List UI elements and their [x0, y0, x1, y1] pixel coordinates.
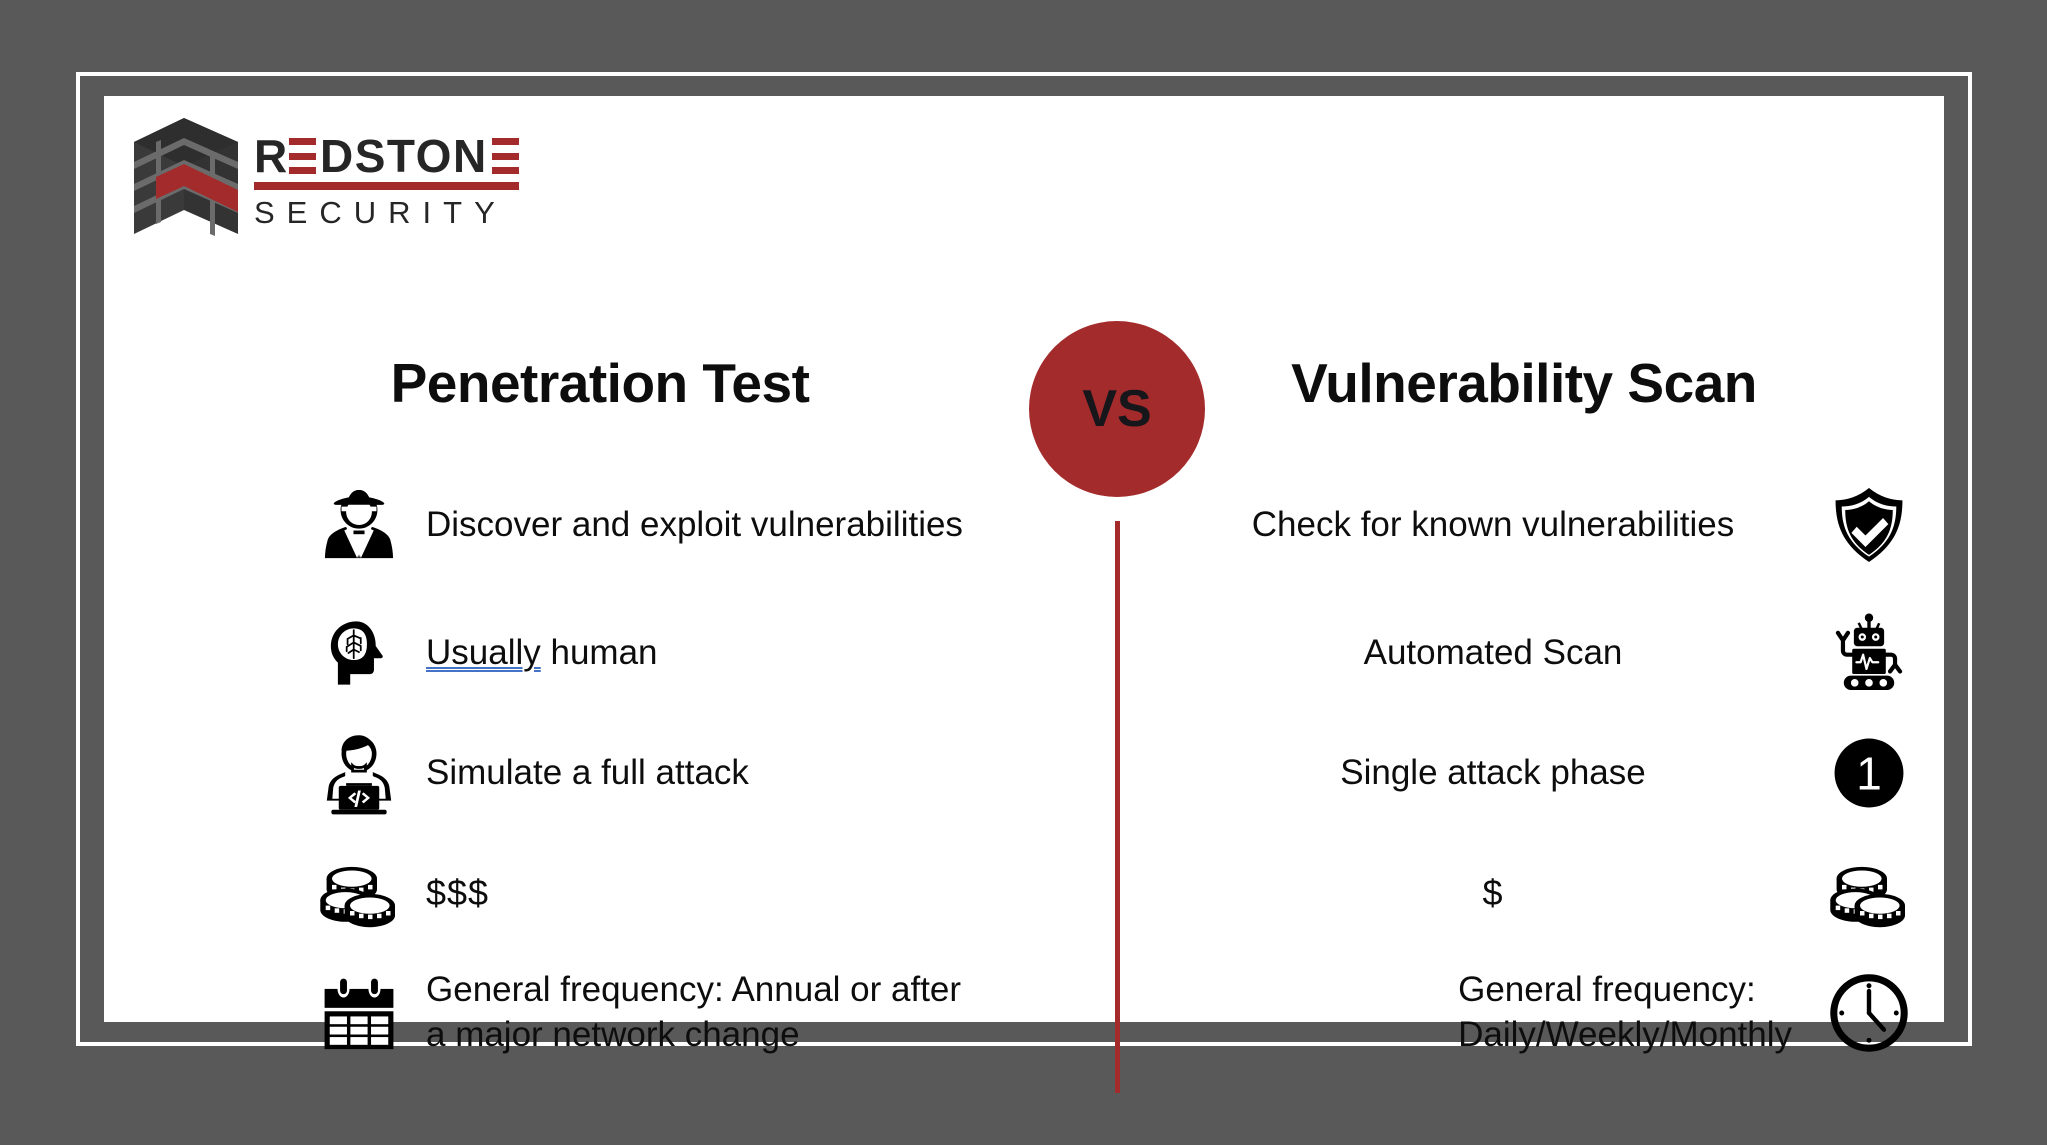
- list-item-label: Simulate a full attack: [426, 752, 749, 792]
- list-item-label: Usually human: [414, 631, 658, 676]
- slide-outer-frame: R DSTON SECURITY Penetration Test Vulner…: [76, 72, 1972, 1093]
- slide-root: R DSTON SECURITY Penetration Test Vulner…: [0, 0, 2047, 1145]
- brain-head-icon: [304, 598, 414, 708]
- list-item-label: General frequency: Annual or after a maj…: [414, 968, 961, 1058]
- list-item-label-line2: Daily/Weekly/Monthly: [1458, 1015, 1792, 1054]
- spy-detective-icon: [304, 470, 414, 580]
- brand-wordmark: R DSTON SECURITY: [254, 128, 554, 230]
- svg-text:1: 1: [1856, 747, 1882, 799]
- slide-content-card: R DSTON SECURITY Penetration Test Vulner…: [104, 96, 1944, 1093]
- list-item-label-rest: human: [540, 632, 658, 672]
- list-item: Usually human: [304, 589, 1064, 717]
- list-item: $$$: [304, 829, 1064, 957]
- list-item-label: Single attack phase: [1340, 752, 1646, 792]
- list-item: Automated Scan: [1194, 589, 1924, 717]
- list-item-label: Discover and exploit vulnerabilities: [426, 504, 963, 544]
- list-item-label: Automated Scan: [1363, 632, 1623, 672]
- list-item-label: $: [1482, 871, 1504, 913]
- list-item: Simulate a full attack: [304, 709, 1064, 837]
- number-one-circle-icon: 1: [1814, 718, 1924, 828]
- list-item-label-line2: a major network change: [426, 1015, 800, 1054]
- spellcheck-flagged-word: Usually: [426, 632, 541, 672]
- list-item-label: Check for known vulnerabilities: [1251, 504, 1735, 544]
- page-title-left: Penetration Test: [390, 352, 810, 414]
- robot-icon: [1814, 598, 1924, 708]
- column-divider: [1115, 521, 1120, 1093]
- shield-check-icon: [1814, 470, 1924, 580]
- list-item: Discover and exploit vulnerabilities: [304, 461, 1064, 589]
- brick-cube-logo-icon: [132, 114, 240, 239]
- clock-icon: [1814, 958, 1924, 1068]
- list-item: $: [1194, 829, 1924, 957]
- list-item: Check for known vulnerabilities: [1194, 461, 1924, 589]
- list-item-label-line1: General frequency:: [1458, 970, 1756, 1010]
- list-item: Single attack phase 1: [1194, 709, 1924, 837]
- svg-text:R: R: [254, 130, 289, 182]
- svg-text:SECURITY: SECURITY: [254, 195, 507, 228]
- vs-label: VS: [1082, 380, 1152, 438]
- list-item-label: $$$: [426, 871, 490, 913]
- list-item-label: General frequency: Daily/Weekly/Monthly: [1458, 968, 1814, 1058]
- list-item: General frequency: Daily/Weekly/Monthly: [1194, 949, 1924, 1077]
- list-item: General frequency: Annual or after a maj…: [304, 949, 1064, 1077]
- coins-stack-icon: [1814, 838, 1924, 948]
- coins-stack-icon: [304, 838, 414, 948]
- svg-text:DSTON: DSTON: [320, 130, 488, 182]
- brand-logo: R DSTON SECURITY: [132, 114, 552, 239]
- page-title-right: Vulnerability Scan: [1291, 352, 1757, 414]
- hacker-laptop-icon: [304, 718, 414, 828]
- list-item-label-line1: General frequency: Annual or after: [426, 970, 962, 1010]
- calendar-icon: [304, 958, 414, 1068]
